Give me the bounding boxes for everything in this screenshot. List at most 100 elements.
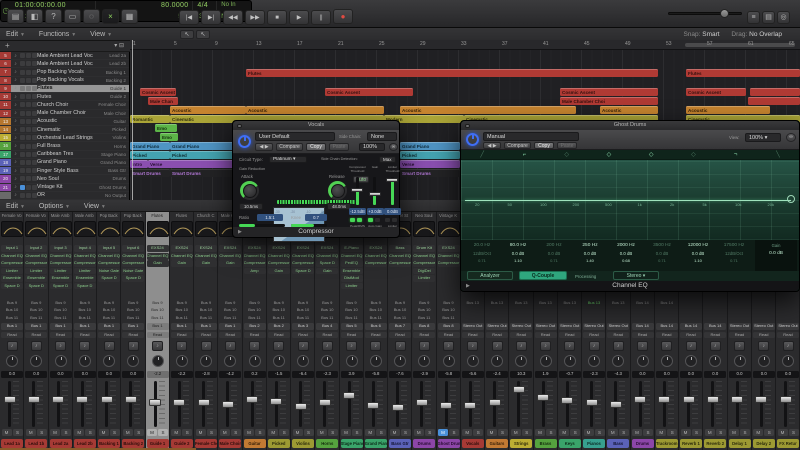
- fader-cap[interactable]: [537, 394, 549, 402]
- eq-master-gain[interactable]: Gain 0.0 dB: [755, 240, 797, 271]
- copy-button[interactable]: Copy: [534, 142, 554, 149]
- send-slot[interactable]: Bus 10: [365, 307, 387, 314]
- track-row-female-choir[interactable]: 11 ♪ Church Choir Female Choir: [0, 101, 129, 110]
- channel-strip-guitar[interactable]: AcousticEXS24Channel EQCompressorAmpBus …: [242, 212, 267, 450]
- channel-strip-drums[interactable]: Neo Soul Drum Kit Channel EQ Compressor Digi…: [412, 212, 437, 450]
- mute-button[interactable]: M: [147, 429, 157, 436]
- audio-fx-slot[interactable]: Space D: [25, 282, 48, 290]
- high-shelf-band-icon[interactable]: ¬: [715, 150, 757, 159]
- input-slot[interactable]: EXS24: [243, 245, 266, 252]
- audio-fx-slot[interactable]: Gain: [219, 260, 242, 267]
- solo-button[interactable]: S: [158, 429, 168, 436]
- channel-name-label[interactable]: Male Choir: [219, 439, 242, 448]
- mute-button[interactable]: [20, 143, 25, 149]
- input-slot[interactable]: EXS24: [219, 245, 242, 252]
- volume-value[interactable]: -2.2: [146, 371, 169, 378]
- send-slot[interactable]: Bus 14: [656, 300, 678, 307]
- output-slot[interactable]: Bus 1: [219, 323, 242, 330]
- track-row-male-choir[interactable]: 12 ♪ Male Chamber Choir Male Choir: [0, 109, 129, 118]
- eq-band-6[interactable]: 3500 Hz 0.0 dB 0.71: [645, 240, 679, 263]
- track-mute-solo[interactable]: [20, 151, 37, 157]
- send-slot[interactable]: Bus 10: [98, 307, 120, 314]
- input-slot[interactable]: EXS24: [170, 245, 193, 252]
- region-flutes[interactable]: Flutes: [246, 69, 658, 77]
- track-mute-solo[interactable]: [20, 77, 37, 83]
- audio-fx-slot[interactable]: Compressor: [364, 260, 387, 267]
- volume-value[interactable]: -2.9: [413, 371, 436, 378]
- mute-button[interactable]: M: [510, 429, 521, 436]
- audio-fx-slot[interactable]: Ensemble: [73, 275, 96, 282]
- input-slot[interactable]: EXS24: [316, 245, 339, 252]
- send-slot[interactable]: Bus 13: [510, 300, 532, 307]
- mute-button[interactable]: M: [632, 429, 642, 436]
- solo-button[interactable]: S: [424, 429, 435, 436]
- solo-button[interactable]: [26, 118, 31, 124]
- audio-fx-slot[interactable]: Limiter: [25, 267, 48, 275]
- audio-fx-slot[interactable]: Compressor: [98, 260, 120, 267]
- output-slot[interactable]: Bus 1: [98, 323, 120, 330]
- mute-button[interactable]: M: [462, 429, 473, 436]
- send-slot[interactable]: Bus 10: [50, 307, 72, 314]
- send-slot[interactable]: Bus 11: [244, 315, 266, 322]
- automation-mode[interactable]: Read: [25, 331, 48, 339]
- fader-cap[interactable]: [149, 398, 161, 406]
- volume-value[interactable]: 0.0: [73, 371, 96, 378]
- preset-dropdown[interactable]: User Default: [255, 132, 335, 141]
- audio-fx-slot[interactable]: Compressor: [73, 260, 96, 267]
- channel-name-label[interactable]: Lead 1a: [1, 439, 23, 448]
- mute-button[interactable]: M: [74, 429, 85, 436]
- fader-cap[interactable]: [440, 402, 452, 410]
- mute-button[interactable]: M: [535, 429, 545, 436]
- pan-knob[interactable]: [272, 355, 285, 367]
- input-slot[interactable]: EXS24: [437, 245, 460, 252]
- smart-controls-icon[interactable]: ◌: [83, 9, 100, 24]
- eq-title-bar[interactable]: Ghost Drums: [461, 121, 799, 130]
- send-slot[interactable]: Bus 9: [122, 300, 144, 307]
- input-slot[interactable]: Input 4: [73, 245, 96, 252]
- audio-fx-slot[interactable]: Gain: [195, 260, 217, 267]
- band-q[interactable]: 0.71: [645, 258, 679, 263]
- send-slot[interactable]: Bus 9: [25, 300, 47, 307]
- fader-cap[interactable]: [76, 396, 89, 404]
- pan-knob[interactable]: [418, 355, 431, 367]
- solo-button[interactable]: S: [618, 429, 629, 436]
- solo-button[interactable]: S: [570, 429, 581, 436]
- track-mute-solo[interactable]: [20, 135, 37, 141]
- solo-button[interactable]: S: [473, 429, 484, 436]
- track-mute-solo[interactable]: [20, 127, 37, 133]
- channel-name-label[interactable]: Horns: [316, 439, 339, 448]
- output-slot[interactable]: Bus 5: [340, 323, 363, 330]
- send-slot[interactable]: Bus 11: [98, 315, 120, 322]
- audio-fx-slot[interactable]: Compressor: [292, 260, 314, 267]
- automation-mode[interactable]: Read: [728, 331, 751, 339]
- band-gain[interactable]: 0.0 dB: [501, 251, 535, 256]
- view-scale-dropdown[interactable]: 100%: [359, 143, 385, 151]
- send-slot[interactable]: Bus 11: [365, 315, 387, 322]
- paste-button[interactable]: Paste: [557, 142, 577, 149]
- volume-value[interactable]: -2.2: [170, 371, 193, 378]
- output-slot[interactable]: Bus 1: [195, 323, 217, 330]
- fader-cap[interactable]: [634, 396, 646, 404]
- track-mute-solo[interactable]: [20, 159, 37, 165]
- channel-strip-guide-2[interactable]: Flutes EXS24 Channel EQ Gain Bus 9 Bus 10 Bus …: [169, 212, 194, 450]
- solo-button[interactable]: [26, 102, 31, 108]
- output-slot[interactable]: Stereo Out: [777, 323, 799, 330]
- send-slot[interactable]: Bus 11: [122, 315, 144, 322]
- audio-fx-slot[interactable]: Limiter: [340, 282, 363, 290]
- send-slot[interactable]: Bus 11: [268, 315, 290, 322]
- mute-button[interactable]: M: [195, 429, 206, 436]
- automation-mode[interactable]: Read: [583, 331, 605, 339]
- volume-value[interactable]: -5.8: [364, 371, 387, 378]
- pan-knob[interactable]: [394, 355, 406, 367]
- audio-fx-slot[interactable]: Compressor: [437, 260, 460, 267]
- solo-button[interactable]: S: [85, 429, 96, 436]
- knee-value[interactable]: 0.7: [305, 213, 327, 221]
- eq-thumbnail[interactable]: [146, 221, 169, 237]
- automation-mode[interactable]: Read: [752, 331, 775, 339]
- automation-mode[interactable]: Read: [146, 331, 169, 339]
- audio-fx-slot[interactable]: Channel EQ: [292, 253, 314, 260]
- mute-button[interactable]: M: [316, 429, 327, 436]
- volume-value[interactable]: -2.4: [486, 371, 508, 378]
- eq-band-1[interactable]: 20.0 Hz 12dB/Oct 0.71: [465, 240, 499, 263]
- solo-button[interactable]: S: [61, 429, 71, 436]
